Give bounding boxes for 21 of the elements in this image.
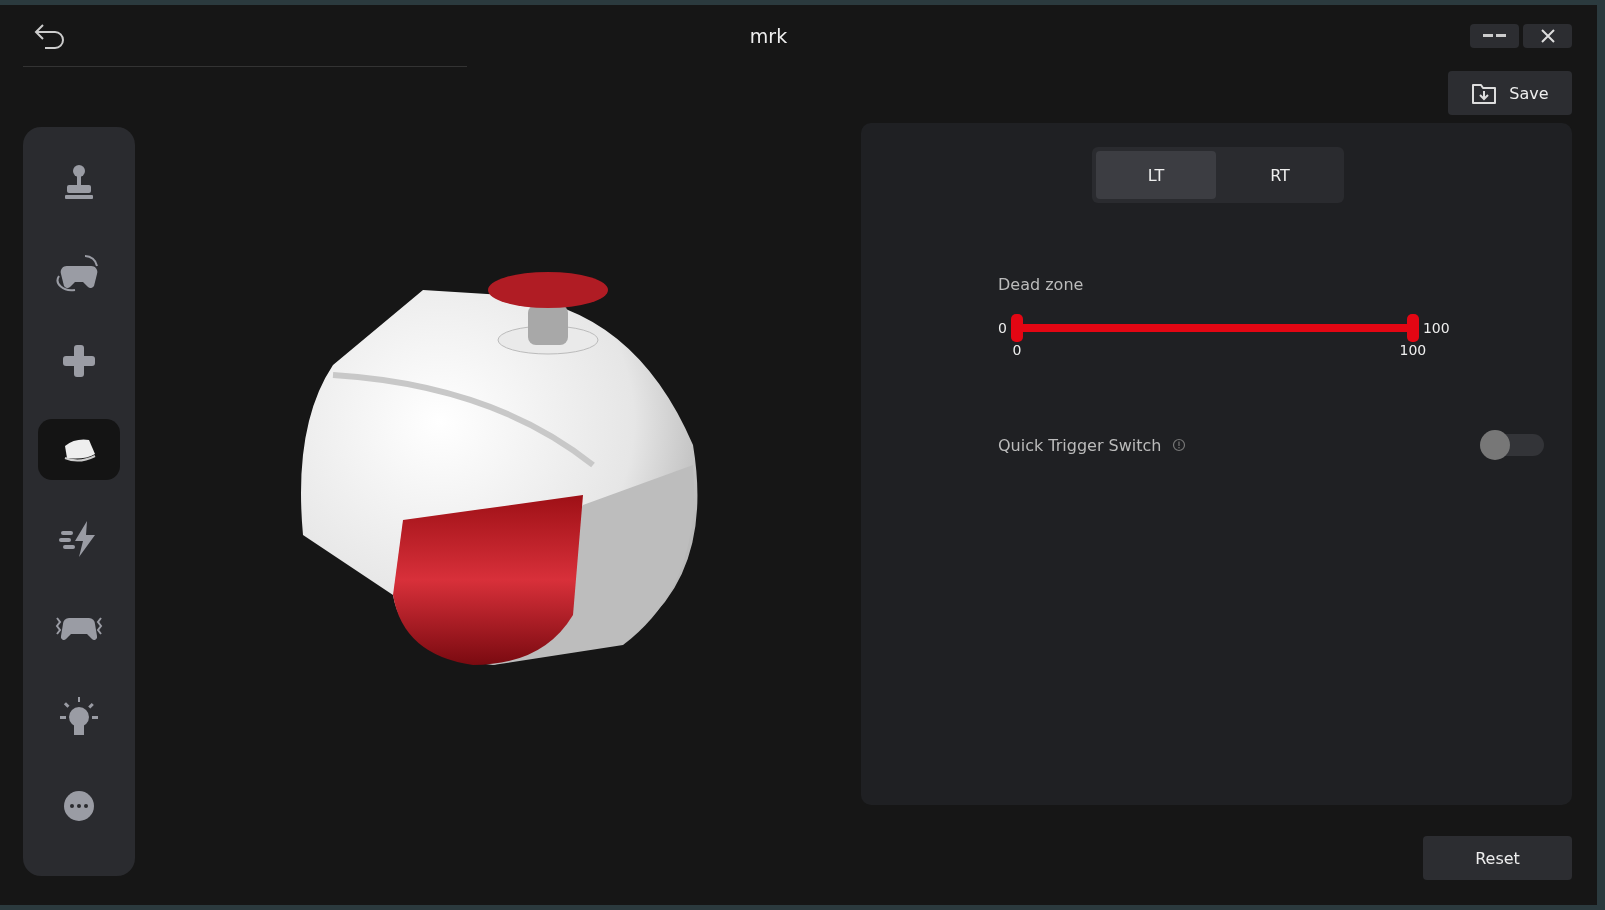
slider-max-label: 100 [1422, 320, 1450, 336]
info-icon[interactable] [1171, 438, 1186, 452]
reset-button[interactable]: Reset [1423, 836, 1572, 880]
dead-zone-label: Dead zone [998, 275, 1085, 294]
close-button[interactable] [1523, 24, 1572, 48]
trigger-tab[interactable]: RT [1220, 151, 1340, 199]
thumb-value: 0 [1012, 342, 1022, 358]
minimize-icon [1482, 32, 1507, 40]
slider-min-label: 0 [998, 320, 1007, 336]
quick-trigger-label: Quick Trigger Switch [998, 435, 1162, 455]
minimize-button[interactable] [1470, 24, 1519, 48]
folder-download-icon [1471, 81, 1498, 105]
slider-thumb[interactable] [1406, 314, 1419, 342]
sidebar-item[interactable] [38, 419, 120, 480]
close-icon [1539, 28, 1556, 44]
dead-zone-slider[interactable] [1010, 314, 1419, 342]
trigger-tab[interactable]: LT [1096, 151, 1216, 199]
slider-thumb[interactable] [1010, 314, 1023, 342]
window-title: mrk [749, 25, 788, 47]
thumb-value: 100 [1399, 342, 1427, 358]
save-button[interactable]: Save [1448, 71, 1572, 115]
